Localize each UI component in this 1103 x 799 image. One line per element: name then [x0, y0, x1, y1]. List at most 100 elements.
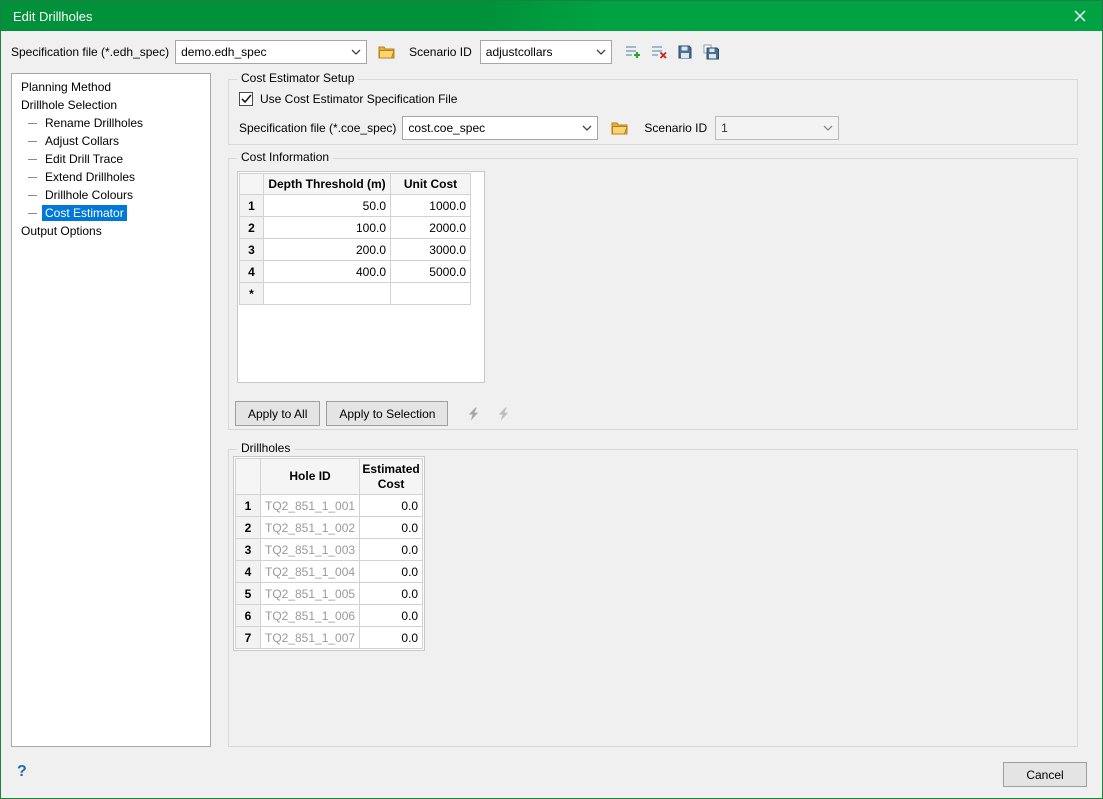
cost-table-header-row: Depth Threshold (m) Unit Cost — [240, 174, 471, 195]
cost-information-title: Cost Information — [237, 150, 333, 164]
chevron-down-icon — [577, 117, 597, 139]
hole-id-cell[interactable]: TQ2_851_1_004 — [261, 561, 360, 583]
estimated-cost-cell[interactable]: 0.0 — [360, 517, 423, 539]
depth-threshold-cell[interactable]: 100.0 — [264, 217, 391, 239]
scenario-id-label: Scenario ID — [409, 45, 472, 59]
delete-scenario-button[interactable] — [648, 41, 670, 63]
unit-cost-cell[interactable]: 5000.0 — [391, 261, 471, 283]
coe-spec-file-label: Specification file (*.coe_spec) — [239, 121, 396, 135]
estimated-cost-cell[interactable]: 0.0 — [360, 495, 423, 517]
table-row: 5 TQ2_851_1_005 0.0 — [236, 583, 423, 605]
check-icon — [241, 94, 252, 104]
edit-drillholes-dialog: Edit Drillholes Specification file (*.ed… — [0, 0, 1103, 799]
sidebar-item-edit-drill-trace[interactable]: Edit Drill Trace — [12, 150, 210, 168]
row-header[interactable]: 1 — [240, 195, 264, 217]
row-header[interactable]: 3 — [236, 539, 261, 561]
sidebar-item-drillhole-colours[interactable]: Drillhole Colours — [12, 186, 210, 204]
sidebar-item-cost-estimator[interactable]: Cost Estimator — [12, 204, 210, 222]
tree-branch — [28, 195, 37, 196]
sidebar-item-planning-method[interactable]: Planning Method — [12, 78, 210, 96]
row-header[interactable]: 4 — [240, 261, 264, 283]
estimated-cost-cell[interactable]: 0.0 — [360, 627, 423, 649]
estimated-cost-cell[interactable]: 0.0 — [360, 561, 423, 583]
estimated-cost-cell[interactable]: 0.0 — [360, 605, 423, 627]
spec-file-label: Specification file (*.edh_spec) — [11, 45, 169, 59]
row-header[interactable]: 1 — [236, 495, 261, 517]
unit-cost-cell[interactable]: 1000.0 — [391, 195, 471, 217]
apply-flash-button[interactable] — [462, 403, 484, 425]
hole-id-cell[interactable]: TQ2_851_1_006 — [261, 605, 360, 627]
close-button[interactable] — [1058, 1, 1102, 31]
table-row: 4 TQ2_851_1_004 0.0 — [236, 561, 423, 583]
table-row: 3 200.0 3000.0 — [240, 239, 471, 261]
drillholes-table: Hole ID Estimated Cost 1 TQ2_851_1_001 0… — [235, 458, 423, 649]
drillholes-group: Drillholes Hole ID Estimated Cost 1 TQ2_… — [228, 449, 1078, 747]
save-button[interactable] — [674, 41, 696, 63]
sidebar-item-drillhole-selection[interactable]: Drillhole Selection — [12, 96, 210, 114]
scenario-id-combo[interactable]: adjustcollars — [480, 40, 612, 64]
help-button[interactable]: ? — [17, 763, 27, 781]
apply-flash-alt-button[interactable] — [492, 403, 514, 425]
depth-threshold-cell[interactable]: 200.0 — [264, 239, 391, 261]
col-estimated-cost[interactable]: Estimated Cost — [360, 459, 423, 495]
sidebar-item-adjust-collars[interactable]: Adjust Collars — [12, 132, 210, 150]
hole-id-cell[interactable]: TQ2_851_1_007 — [261, 627, 360, 649]
table-row: 1 50.0 1000.0 — [240, 195, 471, 217]
apply-to-selection-button[interactable]: Apply to Selection — [326, 401, 448, 426]
coe-spec-file-value: cost.coe_spec — [408, 121, 485, 135]
row-header[interactable]: 5 — [236, 583, 261, 605]
hole-id-cell[interactable]: TQ2_851_1_003 — [261, 539, 360, 561]
close-icon — [1074, 10, 1086, 22]
estimated-cost-cell[interactable]: 0.0 — [360, 539, 423, 561]
depth-threshold-cell[interactable] — [264, 283, 391, 305]
col-unit-cost[interactable]: Unit Cost — [391, 174, 471, 195]
apply-to-all-button[interactable]: Apply to All — [235, 401, 320, 426]
save-as-button[interactable] — [700, 41, 722, 63]
row-header[interactable]: 4 — [236, 561, 261, 583]
coe-spec-file-combo[interactable]: cost.coe_spec — [402, 116, 598, 140]
row-header[interactable]: 7 — [236, 627, 261, 649]
row-header[interactable]: 2 — [236, 517, 261, 539]
row-header[interactable]: 2 — [240, 217, 264, 239]
chevron-down-icon — [591, 41, 611, 63]
coe-scenario-id-combo[interactable]: 1 — [715, 116, 839, 140]
sidebar-item-output-options[interactable]: Output Options — [12, 222, 210, 240]
unit-cost-cell[interactable] — [391, 283, 471, 305]
save-icon — [677, 44, 693, 60]
cancel-button[interactable]: Cancel — [1003, 762, 1087, 787]
row-header[interactable]: * — [240, 283, 264, 305]
folder-icon — [378, 45, 395, 59]
depth-threshold-cell[interactable]: 400.0 — [264, 261, 391, 283]
coe-scenario-id-value: 1 — [721, 121, 728, 135]
col-depth-threshold[interactable]: Depth Threshold (m) — [264, 174, 391, 195]
spec-file-combo[interactable]: demo.edh_spec — [175, 40, 367, 64]
sidebar-item-rename-drillholes[interactable]: Rename Drillholes — [12, 114, 210, 132]
new-scenario-button[interactable] — [622, 41, 644, 63]
row-header[interactable]: 6 — [236, 605, 261, 627]
row-header[interactable]: 3 — [240, 239, 264, 261]
hole-id-cell[interactable]: TQ2_851_1_002 — [261, 517, 360, 539]
corner-cell — [240, 174, 264, 195]
hole-id-cell[interactable]: TQ2_851_1_005 — [261, 583, 360, 605]
browse-spec-file-button[interactable] — [375, 41, 397, 63]
coe-scenario-id-label: Scenario ID — [644, 121, 707, 135]
chevron-down-icon — [818, 117, 838, 139]
sidebar-item-extend-drillholes[interactable]: Extend Drillholes — [12, 168, 210, 186]
drillholes-table-panel: Hole ID Estimated Cost 1 TQ2_851_1_001 0… — [233, 456, 425, 651]
table-row: 3 TQ2_851_1_003 0.0 — [236, 539, 423, 561]
table-row: 2 100.0 2000.0 — [240, 217, 471, 239]
table-row: 7 TQ2_851_1_007 0.0 — [236, 627, 423, 649]
tree-branch — [28, 177, 37, 178]
col-hole-id[interactable]: Hole ID — [261, 459, 360, 495]
use-spec-checkbox[interactable] — [239, 92, 253, 106]
apply-buttons-row: Apply to All Apply to Selection — [235, 401, 514, 426]
browse-coe-spec-button[interactable] — [608, 117, 630, 139]
folder-icon — [611, 121, 628, 135]
delete-scenario-icon — [651, 44, 667, 60]
unit-cost-cell[interactable]: 2000.0 — [391, 217, 471, 239]
depth-threshold-cell[interactable]: 50.0 — [264, 195, 391, 217]
unit-cost-cell[interactable]: 3000.0 — [391, 239, 471, 261]
estimated-cost-cell[interactable]: 0.0 — [360, 583, 423, 605]
hole-id-cell[interactable]: TQ2_851_1_001 — [261, 495, 360, 517]
table-row: 1 TQ2_851_1_001 0.0 — [236, 495, 423, 517]
